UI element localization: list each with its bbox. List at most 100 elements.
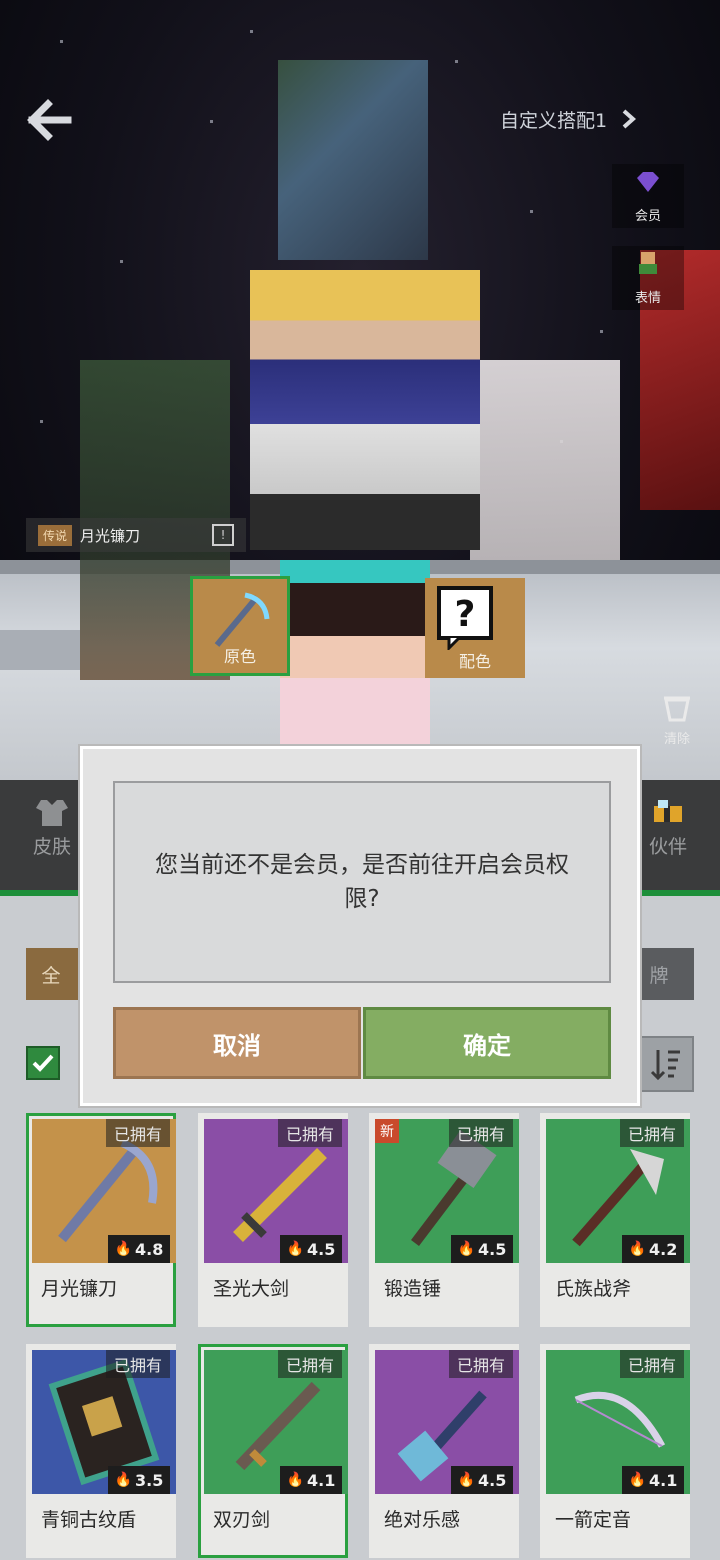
fire-icon: 🔥 (457, 1241, 476, 1257)
item-card[interactable]: 新 已拥有 🔥 4.5 锻造锤 (369, 1113, 519, 1327)
outfit-name: 自定义搭配1 (500, 109, 608, 132)
item-name: 月光镰刀 (41, 1278, 118, 1300)
fire-icon: 🔥 (286, 1241, 305, 1257)
item-name: 氏族战斧 (555, 1278, 632, 1300)
item-card[interactable]: 已拥有 🔥 3.5 青铜古纹盾 (26, 1344, 176, 1558)
item-name: 绝对乐感 (384, 1509, 461, 1531)
item-card[interactable]: 已拥有 🔥 4.1 双刃剑 (198, 1344, 348, 1558)
item-card[interactable]: 已拥有 🔥 4.5 圣光大剑 (198, 1113, 348, 1327)
fire-icon: 🔥 (114, 1472, 133, 1488)
rating-badge: 🔥 4.8 (108, 1235, 170, 1263)
scythe-icon (214, 592, 270, 647)
filter-tab-badge-label: 牌 (649, 964, 669, 987)
clear-icon (664, 696, 690, 722)
back-button[interactable] (22, 92, 78, 148)
item-name: 圣光大剑 (213, 1278, 290, 1300)
item-name: 一箭定音 (555, 1509, 632, 1531)
owned-badge: 已拥有 (277, 1119, 342, 1147)
category-skin-label: 皮肤 (32, 836, 71, 858)
clear-label: 清除 (663, 732, 690, 747)
confirm-button-label: 确定 (463, 1031, 511, 1060)
vip-prompt-dialog: 您当前还不是会员，是否前往开启会员权限? 取消 确定 (80, 746, 640, 1106)
dialog-message: 您当前还不是会员，是否前往开启会员权限? (155, 852, 569, 912)
diamond-icon (637, 172, 659, 192)
sort-button[interactable] (638, 1036, 694, 1092)
rating-value: 4.5 (478, 1470, 507, 1490)
owned-badge: 已拥有 (277, 1350, 342, 1378)
arrow-left-icon (27, 99, 72, 141)
owned-badge: 已拥有 (619, 1350, 684, 1378)
outfit-selector[interactable]: 自定义搭配1 (500, 96, 680, 142)
info-icon[interactable]: ! (212, 524, 234, 546)
owned-badge: 已拥有 (105, 1119, 170, 1147)
main-character (250, 270, 480, 550)
new-badge: 新 (375, 1119, 399, 1143)
dialog-message-box: 您当前还不是会员，是否前往开启会员权限? (113, 781, 611, 983)
cancel-button-label: 取消 (213, 1031, 261, 1060)
question-bubble-icon: ? (437, 586, 493, 650)
rating-value: 4.1 (307, 1470, 336, 1490)
rating-badge: 🔥 4.5 (280, 1235, 342, 1263)
checkmark-icon (32, 1054, 54, 1072)
item-card[interactable]: 已拥有 🔥 4.5 绝对乐感 (369, 1344, 519, 1558)
cancel-button[interactable]: 取消 (113, 1007, 361, 1079)
rating-badge: 🔥 3.5 (108, 1466, 170, 1494)
emote-button[interactable]: 表情 (612, 246, 684, 310)
rating-badge: 🔥 4.2 (622, 1235, 684, 1263)
item-card[interactable]: 已拥有 🔥 4.1 一箭定音 (540, 1344, 690, 1558)
equipped-weapon-tag: 传说 月光镰刀 ! (26, 518, 246, 552)
rating-value: 3.5 (135, 1470, 164, 1490)
snow-particle (250, 30, 253, 33)
tier-badge: 传说 (38, 524, 73, 546)
rating-value: 4.8 (135, 1239, 164, 1259)
fire-icon: 🔥 (286, 1472, 305, 1488)
category-partner[interactable]: 伙伴 (628, 798, 708, 859)
snow-particle (120, 260, 123, 263)
shirt-icon (36, 800, 68, 826)
owned-only-checkbox[interactable] (26, 1046, 60, 1080)
sort-icon (650, 1050, 680, 1081)
fire-icon: 🔥 (457, 1472, 476, 1488)
svg-text:?: ? (455, 594, 476, 635)
snow-particle (530, 210, 533, 213)
emote-icon (639, 252, 657, 274)
owned-badge: 已拥有 (448, 1350, 513, 1378)
rating-badge: 🔥 4.1 (280, 1466, 342, 1494)
snow-particle (455, 60, 458, 63)
category-partner-label: 伙伴 (648, 836, 687, 858)
snow-particle (40, 420, 43, 423)
color-original-option[interactable]: 原色 (190, 576, 290, 676)
color-match-option[interactable]: ? 配色 (425, 578, 525, 678)
emote-label: 表情 (634, 291, 661, 306)
vip-button[interactable]: 会员 (612, 164, 684, 228)
fire-icon: 🔥 (628, 1472, 647, 1488)
rating-value: 4.1 (649, 1470, 678, 1490)
right-bunny-figure (470, 360, 620, 560)
color-match-label: 配色 (458, 652, 491, 671)
rating-badge: 🔥 4.1 (622, 1466, 684, 1494)
owned-badge: 已拥有 (105, 1350, 170, 1378)
item-card[interactable]: 已拥有 🔥 4.2 氏族战斧 (540, 1113, 690, 1327)
item-name: 锻造锤 (384, 1278, 442, 1300)
item-card[interactable]: 已拥有 🔥 4.8 月光镰刀 (26, 1113, 176, 1327)
snow-particle (600, 330, 603, 333)
snow-particle (60, 40, 63, 43)
rating-value: 4.5 (307, 1239, 336, 1259)
rating-badge: 🔥 4.5 (451, 1466, 513, 1494)
chevron-right-icon (622, 109, 637, 129)
equipped-weapon-name: 月光镰刀 (80, 526, 141, 545)
snow-particle (210, 120, 213, 123)
fire-icon: 🔥 (628, 1241, 647, 1257)
clear-button[interactable]: 清除 (646, 690, 708, 754)
filter-tab-all-label: 全 (41, 964, 61, 987)
item-name: 青铜古纹盾 (41, 1509, 137, 1531)
fire-icon: 🔥 (114, 1241, 133, 1257)
rating-badge: 🔥 4.5 (451, 1235, 513, 1263)
owned-badge: 已拥有 (448, 1119, 513, 1147)
character-preview-scene: 自定义搭配1 会员 表情 传说 月光镰刀 ! 原色 ? 配色 清除 (0, 0, 720, 780)
globe-head-block (278, 60, 428, 260)
vip-label: 会员 (634, 209, 661, 224)
rating-value: 4.5 (478, 1239, 507, 1259)
confirm-button[interactable]: 确定 (363, 1007, 611, 1079)
pet-character (280, 560, 430, 750)
